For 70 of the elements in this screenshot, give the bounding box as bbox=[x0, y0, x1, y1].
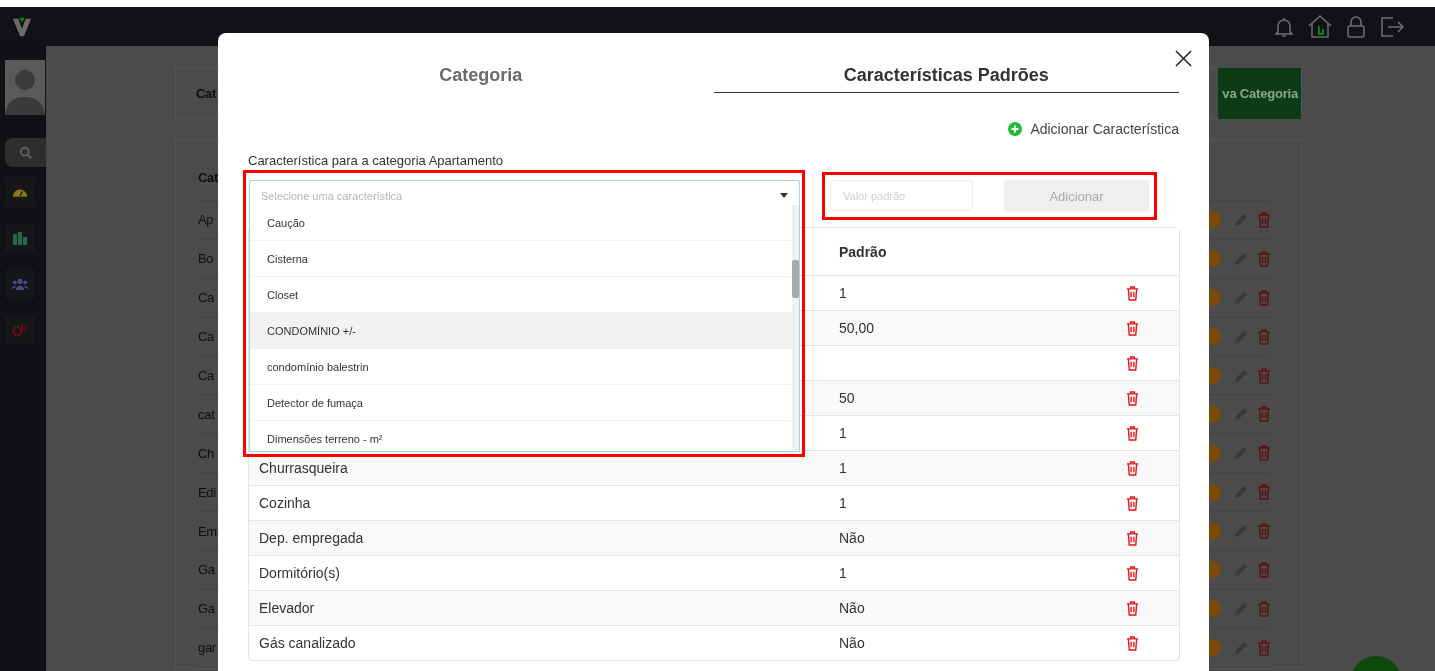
new-category-button[interactable]: va Categoria bbox=[1218, 68, 1301, 119]
page-title: Cat bbox=[196, 86, 217, 101]
close-icon bbox=[1175, 50, 1192, 67]
table-cell: Dormitório(s) bbox=[259, 565, 340, 581]
trash-icon[interactable] bbox=[1126, 635, 1139, 651]
field-label: Característica para a categoria Apartamento bbox=[248, 153, 505, 168]
table-cell: Em bbox=[198, 523, 217, 539]
trash-icon[interactable] bbox=[1126, 600, 1139, 616]
dropdown-option[interactable]: CONDOMÍNIO +/- bbox=[250, 313, 792, 349]
table-cell: Ch bbox=[198, 445, 215, 461]
close-button[interactable] bbox=[1175, 50, 1192, 67]
table-cell: Ga bbox=[198, 562, 215, 578]
table-cell: 1 bbox=[839, 460, 847, 476]
logo-icon bbox=[11, 15, 33, 38]
trash-icon[interactable] bbox=[1126, 390, 1139, 406]
tab[interactable]: Características Padrões bbox=[713, 62, 1179, 93]
table-cell: 1 bbox=[839, 565, 847, 581]
caret-icon bbox=[780, 193, 788, 198]
scrollbar-thumb[interactable] bbox=[792, 260, 799, 298]
trash-icon[interactable] bbox=[1126, 320, 1139, 336]
table-cell: 1 bbox=[839, 495, 847, 511]
plus-circle-icon bbox=[1008, 122, 1023, 136]
table-cell: Não bbox=[839, 600, 865, 616]
home-icon[interactable] bbox=[1307, 13, 1333, 40]
dropdown-option[interactable]: Detector de fumaça bbox=[250, 385, 792, 421]
users-icon bbox=[11, 278, 29, 290]
tab[interactable]: Categoria bbox=[248, 62, 714, 93]
table-cell: Não bbox=[839, 635, 865, 651]
table-cell: 1 bbox=[839, 425, 847, 441]
table-cell: gar bbox=[198, 640, 216, 656]
logout-icon[interactable] bbox=[1379, 14, 1405, 39]
table-cell: Ca bbox=[198, 290, 215, 306]
table-cell: 1 bbox=[839, 285, 847, 301]
table-cell: Ca bbox=[198, 329, 215, 345]
dropdown-option[interactable]: Caução bbox=[250, 205, 792, 241]
table-cell: Elevador bbox=[259, 600, 315, 616]
nav-item[interactable] bbox=[5, 223, 35, 253]
nav-item[interactable] bbox=[5, 177, 35, 207]
table-cell: Ga bbox=[198, 601, 215, 617]
dropdown-option[interactable]: Cisterna bbox=[250, 241, 792, 277]
table-cell: Não bbox=[839, 530, 865, 546]
column-header: Padrão bbox=[839, 243, 888, 260]
trash-icon[interactable] bbox=[1126, 355, 1139, 371]
dropdown-option[interactable]: condomínio balestrin bbox=[250, 349, 792, 385]
table-cell: Ca bbox=[198, 368, 215, 383]
table-cell: Cozinha bbox=[259, 495, 311, 511]
trash-icon[interactable] bbox=[1126, 530, 1139, 546]
lock-icon[interactable] bbox=[1344, 13, 1368, 40]
trash-icon[interactable] bbox=[1126, 460, 1139, 476]
nav-item[interactable] bbox=[5, 269, 35, 299]
table-cell: 50,00 bbox=[839, 320, 875, 336]
trash-icon[interactable] bbox=[1126, 495, 1139, 511]
table-cell: Dep. empregada bbox=[259, 530, 364, 546]
building-icon bbox=[12, 231, 28, 245]
table-cell: Churrasqueira bbox=[259, 460, 348, 476]
table-cell: Edi bbox=[198, 484, 216, 500]
trash-icon[interactable] bbox=[1126, 425, 1139, 441]
table-cell: Bo bbox=[198, 251, 214, 267]
table-cell: 50 bbox=[839, 390, 855, 406]
search-button[interactable] bbox=[5, 138, 46, 167]
table-cell: Ap bbox=[198, 212, 214, 228]
avatar-silhouette bbox=[5, 60, 45, 115]
gears-icon bbox=[12, 323, 28, 337]
trash-icon[interactable] bbox=[1126, 285, 1139, 301]
search-icon bbox=[18, 145, 33, 160]
table-cell: Gás canalizado bbox=[259, 635, 356, 651]
trash-icon[interactable] bbox=[1126, 565, 1139, 581]
column-header: Cat bbox=[198, 169, 219, 185]
add-characteristic-link[interactable]: Adicionar Característica bbox=[1008, 121, 1179, 137]
table-cell: cat bbox=[198, 406, 215, 422]
